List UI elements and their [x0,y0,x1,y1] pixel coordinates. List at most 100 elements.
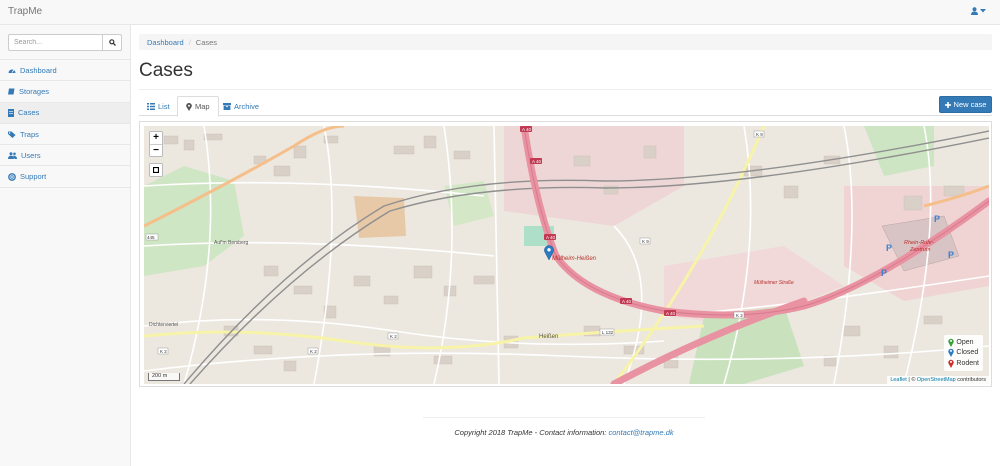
view-tabs: List Map Archive [139,96,992,117]
road-label: A 40 [522,127,532,132]
top-navbar: TrapMe [0,0,1000,25]
place-label-mall-sub: Zentrum [909,247,931,253]
legend-item-open: Open [948,337,979,348]
breadcrumb-current: Cases [195,37,218,47]
sidebar-item-label: Traps [20,129,39,139]
map-tiles: Mülheim-Heißen Rhein-Ruhr- Zentrum Heiße… [144,126,989,384]
sidebar-item-support[interactable]: Support [0,166,130,188]
leaflet-link[interactable]: Leaflet [890,377,907,383]
parking-label: P [886,243,892,253]
footer-text: Copyright 2018 TrapMe - Contact informat… [454,428,609,437]
sidebar-item-storages[interactable]: Storages [0,81,130,103]
road-label: K 2 [310,349,317,354]
attribution-contributors: contributors [955,377,986,383]
parking-label: P [881,268,887,278]
road-label: A 40 [546,235,556,240]
plus-icon [944,101,951,108]
sidebar-item-label: Storages [19,86,50,96]
legend-item-closed: Closed [948,348,979,359]
sidebar-item-label: Users [21,150,41,160]
legend-label: Closed [956,349,979,357]
road-label: A 40 [622,299,632,304]
app-brand[interactable]: TrapMe [8,6,42,17]
footer: Copyright 2018 TrapMe - Contact informat… [423,428,705,437]
footer-divider [423,417,705,418]
cases-map[interactable]: Mülheim-Heißen Rhein-Ruhr- Zentrum Heiße… [144,126,989,384]
tab-archive[interactable]: Archive [215,96,267,116]
breadcrumb: Dashboard / Cases [139,34,992,50]
place-label-district: Heißen [539,334,558,340]
new-case-button[interactable]: New case [939,96,992,113]
parking-label: P [934,214,940,224]
breadcrumb-separator: / [188,37,191,47]
search-input[interactable] [8,34,103,51]
place-label-street: Mülheimer Straße [754,280,794,286]
road-label: K 2 [736,313,743,318]
zoom-control: + − [149,131,163,157]
sidebar-item-users[interactable]: Users [0,145,130,167]
new-case-label: New case [953,100,987,109]
sidebar-item-label: Dashboard [20,65,57,75]
map-scale: 200 m [148,373,180,381]
book-icon [8,88,15,95]
sidebar-nav: Dashboard Storages Cases Traps Users Sup… [0,59,130,188]
road-label: K 2 [390,334,397,339]
sidebar-item-traps[interactable]: Traps [0,124,130,146]
road-label: L 132 [602,330,614,335]
search-button[interactable] [103,34,122,51]
list-icon [147,102,155,110]
osm-link[interactable]: OpenStreetMap [917,377,956,383]
tab-list[interactable]: List [139,96,178,116]
place-label-area: Auf'm Bersberg [214,240,249,246]
breadcrumb-dashboard-link[interactable]: Dashboard [147,38,184,47]
sidebar: Dashboard Storages Cases Traps Users Sup… [0,25,131,466]
legend-label: Open [956,338,974,346]
road-label: K 9 [642,239,649,244]
marker-blue-icon [948,349,955,358]
road-label: K 9 [756,132,763,137]
tab-label: Map [195,102,210,111]
sidebar-item-label: Cases [18,108,40,118]
road-label: A 40 [666,311,676,316]
road-label: K 2 [160,349,167,354]
map-legend: Open Closed Rodent [944,335,983,371]
place-label-quarter: Dichterviertel [149,322,178,328]
sidebar-item-cases[interactable]: Cases [0,102,130,124]
legend-item-rodent: Rodent [948,358,979,369]
attribution-separator: | © [906,377,917,383]
file-icon [8,108,14,117]
sidebar-item-dashboard[interactable]: Dashboard [0,60,130,82]
map-attribution: Leaflet | © OpenStreetMap contributors [887,376,989,384]
fit-bounds-button[interactable] [149,163,163,177]
dashboard-icon [8,69,16,73]
case-marker[interactable] [544,245,554,260]
zoom-out-button[interactable]: − [150,144,162,156]
user-icon [971,7,978,15]
tab-map[interactable]: Map [177,96,219,117]
users-icon [8,152,17,159]
caret-down-icon [980,9,986,13]
place-label-mall: Rhein-Ruhr- [904,240,934,246]
sidebar-search [8,34,122,51]
search-icon [108,39,116,46]
legend-label: Rodent [956,359,979,367]
user-menu[interactable] [971,7,986,15]
sidebar-item-label: Support [20,172,47,182]
map-container: Mülheim-Heißen Rhein-Ruhr- Zentrum Heiße… [139,121,992,387]
archive-icon [223,102,231,110]
marker-red-icon [948,359,955,368]
parking-label: P [948,250,954,260]
place-label-city: Mülheim-Heißen [552,256,597,262]
map-marker-icon [186,102,192,111]
life-ring-icon [8,172,16,181]
footer-email-link[interactable]: contact@trapme.dk [608,428,673,437]
tab-label: Archive [234,101,260,111]
road-label: A 40 [532,159,542,164]
tags-icon [8,131,16,138]
fit-bounds-icon [153,167,159,173]
page-title: Cases [139,60,193,81]
road-label: 445 [147,235,155,240]
zoom-in-button[interactable]: + [150,132,162,144]
marker-green-icon [948,338,955,347]
title-divider [139,89,992,90]
